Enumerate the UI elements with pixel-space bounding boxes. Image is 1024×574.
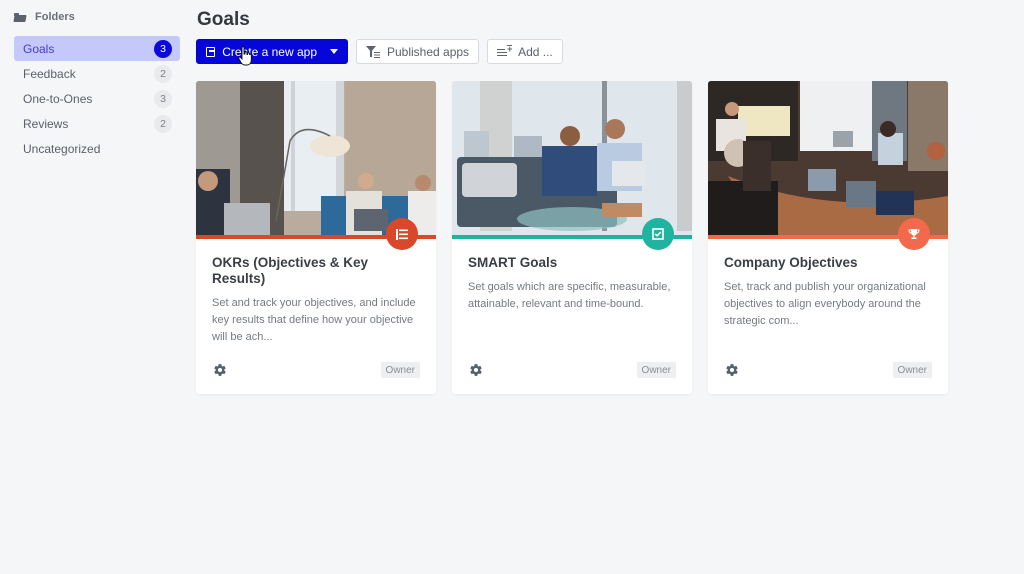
add-list-icon: + (497, 44, 513, 57)
folder-label: Uncategorized (23, 141, 101, 156)
owner-badge: Owner (892, 362, 932, 378)
checkbox-icon (642, 218, 674, 250)
card-title: OKRs (Objectives & Key Results) (212, 255, 369, 286)
page-title: Goals (197, 9, 250, 30)
card-image (196, 81, 436, 235)
owner-badge: Owner (636, 362, 676, 378)
owner-badge: Owner (380, 362, 420, 378)
folder-label: Reviews (23, 116, 69, 131)
app-cards: OKRs (Objectives & Key Results) Set and … (196, 81, 948, 394)
folder-item-goals[interactable]: Goals 3 (14, 36, 180, 61)
office-photo (708, 81, 948, 235)
list-icon (386, 218, 418, 250)
app-card-smart-goals[interactable]: SMART Goals Set goals which are specific… (452, 81, 692, 394)
folders-sidebar: Folders Goals 3 Feedback 2 One-to-Ones 3… (14, 8, 180, 161)
folder-label: Feedback (23, 66, 76, 81)
published-apps-button[interactable]: Published apps (356, 39, 480, 64)
folder-icon (14, 12, 26, 22)
folder-label: Goals (23, 41, 55, 56)
add-button[interactable]: + Add ... (487, 39, 563, 64)
folder-count-badge: 2 (154, 64, 172, 83)
card-description: Set, track and publish your organization… (724, 281, 926, 327)
gear-icon[interactable] (469, 363, 483, 377)
filter-list-icon (366, 45, 380, 58)
folder-count-badge: 3 (154, 89, 172, 108)
gear-icon[interactable] (213, 363, 227, 377)
folder-label: One-to-Ones (23, 91, 93, 106)
folder-item-reviews[interactable]: Reviews 2 (14, 111, 180, 136)
app-card-okrs[interactable]: OKRs (Objectives & Key Results) Set and … (196, 81, 436, 394)
card-description: Set goals which are specific, measurable… (468, 281, 671, 310)
published-apps-label: Published apps (387, 44, 470, 59)
app-card-company-objectives[interactable]: Company Objectives Set, track and publis… (708, 81, 948, 394)
chevron-down-icon[interactable] (330, 49, 338, 54)
card-image (452, 81, 692, 235)
card-description: Set and track your objectives, and inclu… (212, 297, 416, 343)
folders-heading-label: Folders (35, 11, 75, 23)
folder-list: Goals 3 Feedback 2 One-to-Ones 3 Reviews… (14, 36, 180, 161)
folders-heading: Folders (14, 8, 180, 26)
card-title: SMART Goals (468, 255, 558, 270)
card-image (708, 81, 948, 235)
gear-icon[interactable] (725, 363, 739, 377)
trophy-icon (898, 218, 930, 250)
folder-item-one-to-ones[interactable]: One-to-Ones 3 (14, 86, 180, 111)
office-photo (196, 81, 436, 235)
folder-item-uncategorized[interactable]: Uncategorized (14, 136, 180, 161)
office-photo (452, 81, 692, 235)
create-app-button[interactable]: Create a new app (196, 39, 348, 64)
folder-item-feedback[interactable]: Feedback 2 (14, 61, 180, 86)
app-window-icon (206, 46, 216, 57)
hand-cursor-icon (238, 46, 252, 66)
create-app-label: Create a new app (222, 44, 317, 59)
add-label: Add ... (518, 44, 553, 59)
card-title: Company Objectives (724, 255, 858, 270)
folder-count-badge: 3 (154, 39, 172, 58)
folder-count-badge: 2 (154, 114, 172, 133)
